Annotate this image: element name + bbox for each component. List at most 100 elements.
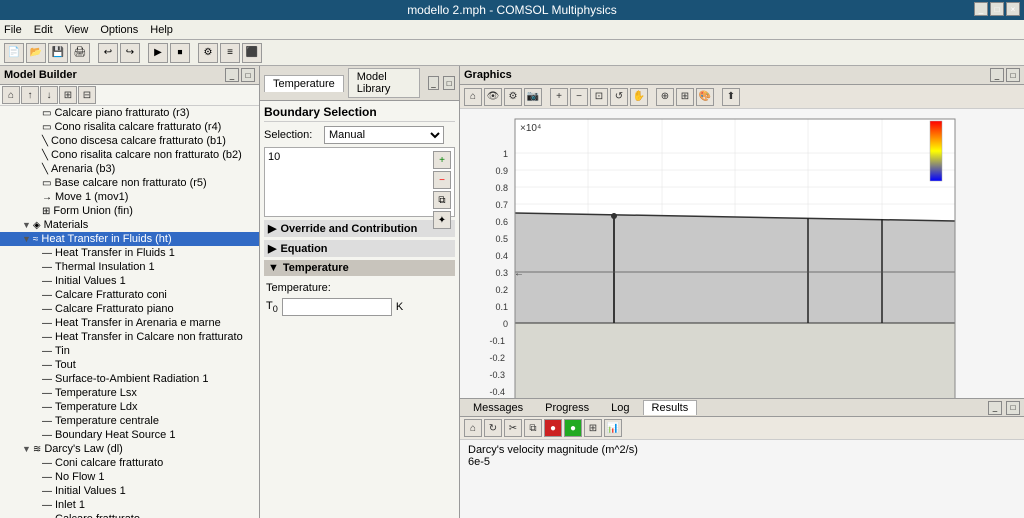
equation-section-header[interactable]: ▶ Equation (264, 240, 455, 257)
tree-item-27[interactable]: —No Flow 1 (0, 470, 259, 484)
menu-view[interactable]: View (65, 24, 89, 36)
tree-item-12[interactable]: —Thermal Insulation 1 (0, 260, 259, 274)
bt-update-btn[interactable]: ↻ (484, 419, 502, 437)
tree-item-30[interactable]: —Calcare fratturato (0, 512, 259, 518)
gt-zoom-fit-btn[interactable]: ⊡ (590, 88, 608, 106)
tree-item-13[interactable]: —Initial Values 1 (0, 274, 259, 288)
tb-extra2[interactable]: ≡ (220, 43, 240, 63)
print-btn[interactable]: 🖨 (70, 43, 90, 63)
tree-item-18[interactable]: —Tin (0, 344, 259, 358)
tree-item-6[interactable]: ▭Base calcare non fratturato (r5) (0, 176, 259, 190)
undo-btn[interactable]: ↩ (98, 43, 118, 63)
bt-green-btn[interactable]: ● (564, 419, 582, 437)
tree-item-25[interactable]: ▼≋Darcy's Law (dl) (0, 442, 259, 456)
minimize-btn[interactable]: _ (974, 2, 988, 16)
mb-down-btn[interactable]: ↓ (40, 86, 58, 104)
gt-color-btn[interactable]: 🎨 (696, 88, 714, 106)
mb-maximize-btn[interactable]: □ (241, 68, 255, 82)
menu-edit[interactable]: Edit (34, 24, 53, 36)
mb-home-btn[interactable]: ⌂ (2, 86, 20, 104)
bt-copy-btn[interactable]: ⧉ (524, 419, 542, 437)
boundary-add-btn[interactable]: + (433, 151, 451, 169)
bottom-min-btn[interactable]: _ (988, 401, 1002, 415)
tab-results[interactable]: Results (643, 400, 698, 415)
tree-item-23[interactable]: —Temperature centrale (0, 414, 259, 428)
menu-options[interactable]: Options (100, 24, 138, 36)
bt-chart-btn[interactable]: 📊 (604, 419, 622, 437)
stop-btn[interactable]: ⏹ (170, 43, 190, 63)
save-btn[interactable]: 💾 (48, 43, 68, 63)
settings-max-btn[interactable]: □ (443, 76, 455, 90)
tree-item-5[interactable]: ╲Arenaria (b3) (0, 162, 259, 176)
tb-extra3[interactable]: ⬛ (242, 43, 262, 63)
redo-btn[interactable]: ↪ (120, 43, 140, 63)
mb-up-btn[interactable]: ↑ (21, 86, 39, 104)
gt-zoom-in-btn[interactable]: + (550, 88, 568, 106)
temperature-input[interactable]: 6 [degC] (282, 298, 392, 316)
tree-item-21[interactable]: —Temperature Lsx (0, 386, 259, 400)
tree-item-26[interactable]: —Coni calcare fratturato (0, 456, 259, 470)
tree-item-4[interactable]: ╲Cono risalita calcare non fratturato (b… (0, 148, 259, 162)
tree-item-19[interactable]: —Tout (0, 358, 259, 372)
graphics-canvas[interactable]: ×10⁴ (460, 109, 1024, 398)
tree-item-7[interactable]: →Move 1 (mov1) (0, 190, 259, 204)
override-section-header[interactable]: ▶ Override and Contribution (264, 220, 455, 237)
mb-minimize-btn[interactable]: _ (225, 68, 239, 82)
temperature-section-header[interactable]: ▼ Temperature (264, 260, 455, 276)
tab-temperature[interactable]: Temperature (264, 75, 344, 92)
gt-home-btn[interactable]: ⌂ (464, 88, 482, 106)
bt-cut-btn[interactable]: ✂ (504, 419, 522, 437)
tree-item-10[interactable]: ▼≈Heat Transfer in Fluids (ht) (0, 232, 259, 246)
tree-item-28[interactable]: —Initial Values 1 (0, 484, 259, 498)
open-btn[interactable]: 📂 (26, 43, 46, 63)
gt-zoom-out-btn[interactable]: − (570, 88, 588, 106)
tab-model-library[interactable]: Model Library (348, 68, 420, 98)
gt-export-btn[interactable]: ⬆ (722, 88, 740, 106)
mb-expand-btn[interactable]: ⊞ (59, 86, 77, 104)
tree-item-15[interactable]: —Calcare Fratturato piano (0, 302, 259, 316)
graphics-min-btn[interactable]: _ (990, 68, 1004, 82)
new-btn[interactable]: 📄 (4, 43, 24, 63)
tree-item-29[interactable]: —Inlet 1 (0, 498, 259, 512)
run-btn[interactable]: ▶ (148, 43, 168, 63)
gt-settings-btn[interactable]: ⚙ (504, 88, 522, 106)
model-tree[interactable]: ▭Calcare piano fratturato (r3)▭Cono risa… (0, 106, 259, 518)
gt-cam-btn[interactable]: 📷 (524, 88, 542, 106)
tree-item-20[interactable]: —Surface-to-Ambient Radiation 1 (0, 372, 259, 386)
tree-item-22[interactable]: —Temperature Ldx (0, 400, 259, 414)
bt-red-btn[interactable]: ● (544, 419, 562, 437)
tree-item-16[interactable]: —Heat Transfer in Arenaria e marne (0, 316, 259, 330)
tab-log[interactable]: Log (602, 400, 638, 416)
tree-item-14[interactable]: —Calcare Fratturato coni (0, 288, 259, 302)
bt-table-btn[interactable]: ⊞ (584, 419, 602, 437)
mb-collapse-btn[interactable]: ⊟ (78, 86, 96, 104)
tree-item-8[interactable]: ⊞Form Union (fin) (0, 204, 259, 218)
menu-help[interactable]: Help (150, 24, 173, 36)
gt-rotate-btn[interactable]: ↺ (610, 88, 628, 106)
tree-item-9[interactable]: ▼◈Materials (0, 218, 259, 232)
menu-file[interactable]: File (4, 24, 22, 36)
gt-eye-btn[interactable]: 👁 (484, 88, 502, 106)
gt-grid-btn[interactable]: ⊞ (676, 88, 694, 106)
bottom-max-btn[interactable]: □ (1006, 401, 1020, 415)
gt-pan-btn[interactable]: ✋ (630, 88, 648, 106)
close-app-btn[interactable]: × (1006, 2, 1020, 16)
selection-dropdown[interactable]: Manual All boundaries None (324, 126, 444, 144)
boundary-copy-btn[interactable]: ⧉ (433, 191, 451, 209)
gt-axes-btn[interactable]: ⊕ (656, 88, 674, 106)
tree-item-24[interactable]: —Boundary Heat Source 1 (0, 428, 259, 442)
tree-item-17[interactable]: —Heat Transfer in Calcare non fratturato (0, 330, 259, 344)
bt-home-btn[interactable]: ⌂ (464, 419, 482, 437)
tree-item-3[interactable]: ╲Cono discesa calcare fratturato (b1) (0, 134, 259, 148)
boundary-remove-btn[interactable]: − (433, 171, 451, 189)
tab-messages[interactable]: Messages (464, 400, 532, 416)
settings-min-btn[interactable]: _ (428, 76, 440, 90)
tb-extra1[interactable]: ⚙ (198, 43, 218, 63)
maximize-btn[interactable]: □ (990, 2, 1004, 16)
tab-progress[interactable]: Progress (536, 400, 598, 416)
boundary-settings-btn[interactable]: ✦ (433, 211, 451, 229)
tree-item-1[interactable]: ▭Calcare piano fratturato (r3) (0, 106, 259, 120)
graphics-max-btn[interactable]: □ (1006, 68, 1020, 82)
tree-item-2[interactable]: ▭Cono risalita calcare fratturato (r4) (0, 120, 259, 134)
tree-item-11[interactable]: —Heat Transfer in Fluids 1 (0, 246, 259, 260)
